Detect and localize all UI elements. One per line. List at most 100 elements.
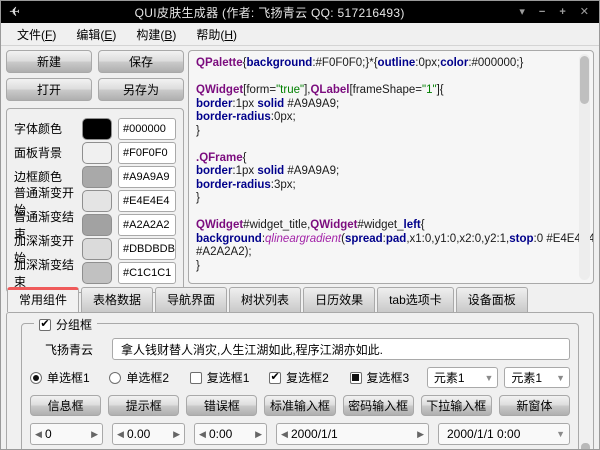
color-swatch-2[interactable] bbox=[82, 166, 112, 188]
combo-1[interactable]: 元素1 ▼ bbox=[427, 367, 499, 388]
code-line-11 bbox=[196, 206, 575, 220]
motto-input[interactable]: 拿人钱财替人消灾,人生江湖如此,程序江湖亦如此. bbox=[112, 338, 570, 360]
color-swatch-3[interactable] bbox=[82, 190, 112, 212]
color-hex-field-4[interactable]: #A2A2A2 bbox=[118, 214, 176, 236]
menu-h[interactable]: 帮助(H) bbox=[186, 23, 247, 46]
editor-scrollbar[interactable] bbox=[579, 54, 590, 280]
chevron-down-icon: ▼ bbox=[485, 373, 494, 383]
tab-6[interactable]: 设备面板 bbox=[456, 287, 528, 312]
radio-2-circle[interactable] bbox=[109, 372, 121, 384]
checkbox-1[interactable]: 复选框1 bbox=[190, 369, 269, 386]
code-line-5: } bbox=[196, 125, 575, 139]
checkbox-3[interactable]: 复选框3 bbox=[350, 369, 427, 386]
color-row-6: 加深渐变结束#C1C1C1 bbox=[14, 261, 176, 284]
spinner-3[interactable]: 2000/1/1◀▶ bbox=[276, 423, 429, 445]
spin-left-arrow-icon[interactable]: ◀ bbox=[281, 429, 288, 440]
groupbox-legend[interactable]: ✔ 分组框 bbox=[34, 316, 97, 333]
spin-left-arrow-icon[interactable]: ◀ bbox=[35, 429, 42, 440]
spinner-4-value: 2000/1/1 0:00 bbox=[439, 427, 520, 441]
color-hex-field-6[interactable]: #C1C1C1 bbox=[118, 262, 176, 284]
radio-1-label: 单选框1 bbox=[47, 369, 90, 386]
spin-left-arrow-icon[interactable]: ◀ bbox=[199, 429, 206, 440]
minimize-window-icon[interactable]: − bbox=[539, 7, 545, 18]
tab-5[interactable]: tab选项卡 bbox=[377, 287, 454, 312]
code-line-0: QPalette{background:#F0F0F0;}*{outline:0… bbox=[196, 57, 575, 71]
tab-1[interactable]: 表格数据 bbox=[81, 287, 153, 312]
menu-f[interactable]: 文件(F) bbox=[7, 23, 66, 46]
color-hex-field-0[interactable]: #000000 bbox=[118, 118, 176, 140]
window-controls: ▾ − + ✕ bbox=[519, 7, 589, 18]
checkbox-3-label: 复选框3 bbox=[367, 369, 410, 386]
menu-b[interactable]: 构建(B) bbox=[126, 23, 186, 46]
color-swatch-5[interactable] bbox=[82, 238, 112, 260]
motto-text: 拿人钱财替人消灾,人生江湖如此,程序江湖亦如此. bbox=[121, 341, 383, 358]
checkbox-3-box[interactable] bbox=[350, 372, 362, 384]
dialog-button-2[interactable]: 错误框 bbox=[186, 395, 257, 416]
dialog-button-4[interactable]: 密码输入框 bbox=[343, 395, 414, 416]
code-line-2: QWidget[form="true"],QLabel[frameShape="… bbox=[196, 84, 575, 98]
color-hex-field-1[interactable]: #F0F0F0 bbox=[118, 142, 176, 164]
color-swatch-0[interactable] bbox=[82, 118, 112, 140]
spin-right-arrow-icon[interactable]: ▶ bbox=[417, 429, 424, 440]
code-line-12: QWidget#widget_title,QWidget#widget_left… bbox=[196, 219, 575, 233]
dialog-button-5[interactable]: 下拉输入框 bbox=[421, 395, 492, 416]
title-bar[interactable]: ✈ QUI皮肤生成器 (作者: 飞扬青云 QQ: 517216493) ▾ − … bbox=[1, 1, 599, 23]
spinner-2[interactable]: 0:00◀▶ bbox=[194, 423, 267, 445]
tab-4[interactable]: 日历效果 bbox=[303, 287, 375, 312]
radio-2[interactable]: 单选框2 bbox=[109, 369, 189, 386]
combo-2[interactable]: 元素1 ▼ bbox=[504, 367, 570, 388]
color-swatch-4[interactable] bbox=[82, 214, 112, 236]
close-window-icon[interactable]: ✕ bbox=[580, 7, 589, 18]
plane-app-icon: ✈ bbox=[9, 4, 20, 20]
checkbox-1-box[interactable] bbox=[190, 372, 202, 384]
groupbox-checkbox[interactable]: ✔ bbox=[39, 319, 51, 331]
dialog-button-3[interactable]: 标准输入框 bbox=[264, 395, 335, 416]
editor-scrollbar-thumb[interactable] bbox=[580, 56, 589, 104]
checkbox-2[interactable]: ✔ 复选框2 bbox=[269, 369, 349, 386]
maximize-window-icon[interactable]: + bbox=[559, 7, 565, 18]
spin-right-arrow-icon[interactable]: ▶ bbox=[91, 429, 98, 440]
dialog-button-0[interactable]: 信息框 bbox=[30, 395, 101, 416]
code-line-16 bbox=[196, 273, 575, 284]
selection-row: 单选框1 单选框2 复选框1 ✔ 复选框2 复选框3 bbox=[30, 367, 570, 388]
color-swatch-6[interactable] bbox=[82, 262, 112, 284]
tab-pane-common-widgets: ✔ 分组框 飞扬青云 拿人钱财替人消灾,人生江湖如此,程序江湖亦如此. 单选框1… bbox=[6, 312, 594, 450]
author-label: 飞扬青云 bbox=[30, 341, 108, 358]
file-button-3[interactable]: 另存为 bbox=[98, 78, 184, 101]
spin-right-arrow-icon[interactable]: ▶ bbox=[173, 429, 180, 440]
color-hex-field-5[interactable]: #DBDBDB bbox=[118, 238, 176, 260]
stylesheet-editor[interactable]: QPalette{background:#F0F0F0;}*{outline:0… bbox=[188, 50, 594, 284]
file-button-2[interactable]: 打开 bbox=[6, 78, 92, 101]
tab-3[interactable]: 树状列表 bbox=[229, 287, 301, 312]
dialog-button-1[interactable]: 提示框 bbox=[108, 395, 179, 416]
shade-window-icon[interactable]: ▾ bbox=[519, 7, 525, 18]
tab-0[interactable]: 常用组件 bbox=[7, 287, 79, 312]
dialog-button-6[interactable]: 新窗体 bbox=[499, 395, 570, 416]
tab-2[interactable]: 导航界面 bbox=[155, 287, 227, 312]
left-panel: 新建保存打开另存为 字体颜色#000000面板背景#F0F0F0边框颜色#A9A… bbox=[6, 50, 184, 284]
code-line-15: } bbox=[196, 260, 575, 274]
code-line-8: border:1px solid #A9A9A9; bbox=[196, 165, 575, 179]
combo-2-value: 元素1 bbox=[511, 369, 542, 386]
code-line-4: border-radius:0px; bbox=[196, 111, 575, 125]
code-line-3: border:1px solid #A9A9A9; bbox=[196, 98, 575, 112]
spinner-row: 0◀▶0.00◀▶0:00◀▶2000/1/1◀▶2000/1/1 0:00▼ bbox=[30, 423, 570, 445]
color-hex-field-3[interactable]: #E4E4E4 bbox=[118, 190, 176, 212]
spin-left-arrow-icon[interactable]: ◀ bbox=[117, 429, 124, 440]
color-settings-group: 字体颜色#000000面板背景#F0F0F0边框颜色#A9A9A9普通渐变开始#… bbox=[6, 108, 184, 293]
chevron-down-icon[interactable]: ▼ bbox=[556, 429, 565, 439]
file-button-0[interactable]: 新建 bbox=[6, 50, 92, 73]
checkbox-2-box[interactable]: ✔ bbox=[269, 372, 281, 384]
spin-right-arrow-icon[interactable]: ▶ bbox=[255, 429, 262, 440]
color-hex-field-2[interactable]: #A9A9A9 bbox=[118, 166, 176, 188]
menu-e[interactable]: 编辑(E) bbox=[66, 23, 126, 46]
color-swatch-1[interactable] bbox=[82, 142, 112, 164]
radio-1[interactable]: 单选框1 bbox=[30, 369, 109, 386]
radio-1-circle[interactable] bbox=[30, 372, 42, 384]
demo-tab-bar: 常用组件表格数据导航界面树状列表日历效果tab选项卡设备面板 bbox=[1, 288, 599, 312]
file-button-1[interactable]: 保存 bbox=[98, 50, 184, 73]
spinner-4[interactable]: 2000/1/1 0:00 ▼ bbox=[438, 423, 570, 445]
pane-scrollbar-thumb[interactable] bbox=[581, 443, 590, 450]
spinner-0[interactable]: 0◀▶ bbox=[30, 423, 103, 445]
spinner-1[interactable]: 0.00◀▶ bbox=[112, 423, 185, 445]
